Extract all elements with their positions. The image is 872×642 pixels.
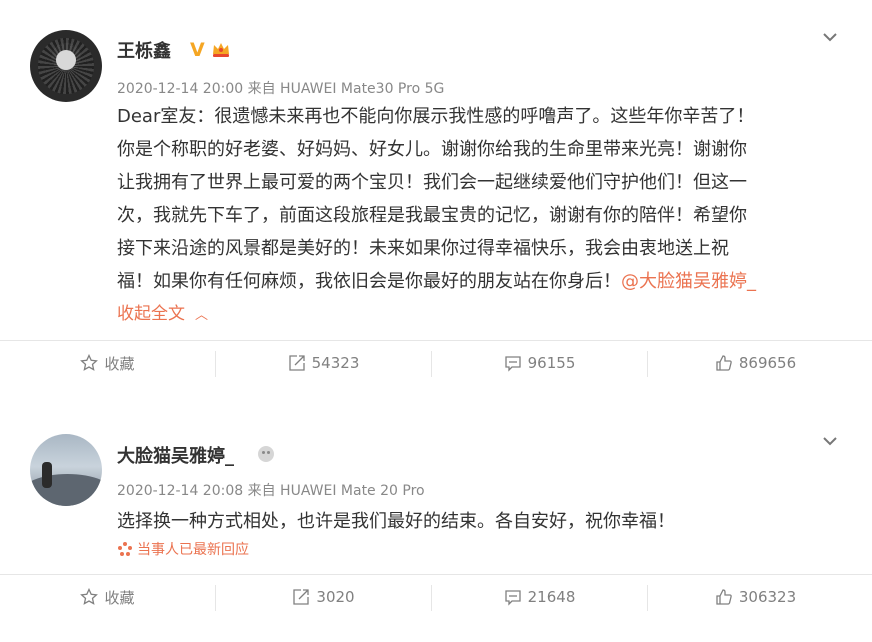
collapse-link[interactable]: 收起全文 ︿ — [117, 298, 839, 332]
weibo-post: 大脸猫吴雅婷_ 2020-12-14 20:08 来自 HUAWEI Mate … — [0, 392, 872, 642]
like-count: 306323 — [738, 588, 797, 606]
content-line: 次，我就先下车了，前面这段旅程是我最宝贵的记忆，谢谢有你的陪伴！希望你 — [117, 205, 747, 226]
comment-count: 21648 — [527, 588, 576, 606]
reply-note[interactable]: 当事人已最新回应 — [117, 539, 249, 559]
favorite-button[interactable]: 收藏 — [0, 341, 215, 385]
repost-button[interactable]: 3020 — [216, 575, 431, 619]
comment-icon — [504, 590, 521, 606]
content-line: 接下来沿途的风景都是美好的！未来如果你过得幸福快乐，我会由衷地送上祝 — [117, 238, 729, 259]
chevron-up-icon: ︿ — [195, 308, 209, 323]
v-badge-icon[interactable]: V — [190, 39, 205, 61]
comment-button[interactable]: 21648 — [432, 575, 647, 619]
repost-icon — [288, 355, 305, 371]
content-line-text: 福！如果你有任何麻烦，我依旧会是你最好的朋友站在你身后！ — [117, 271, 621, 292]
collapse-label: 收起全文 — [117, 304, 185, 324]
repost-button[interactable]: 54323 — [216, 341, 431, 385]
post-content: Dear室友：很遗憾未来再也不能向你展示我性感的呼噜声了。这些年你辛苦了！ 你是… — [117, 100, 839, 332]
content-line: 选择换一种方式相处，也许是我们最好的结束。各自安好，祝你幸福！ — [117, 511, 675, 532]
crown-icon[interactable] — [211, 40, 231, 58]
weibo-post: 王栎鑫 V 2020-12-14 20:00 来自 HUAWEI Mate30 … — [0, 0, 872, 392]
chevron-down-icon[interactable] — [823, 30, 837, 44]
like-count: 869656 — [738, 354, 797, 372]
favorite-label: 收藏 — [104, 588, 135, 607]
username[interactable]: 王栎鑫 — [117, 37, 171, 63]
avatar[interactable] — [30, 30, 102, 102]
avatar[interactable] — [30, 434, 102, 506]
content-line: 让我拥有了世界上最可爱的两个宝贝！我们会一起继续爱他们守护他们！但这一 — [117, 172, 747, 193]
reply-note-label: 当事人已最新回应 — [137, 542, 249, 558]
avatar-figure — [42, 462, 52, 488]
favorite-label: 收藏 — [104, 354, 135, 373]
action-bar: 收藏 54323 96155 869656 — [0, 340, 872, 385]
star-icon — [80, 354, 99, 371]
username[interactable]: 大脸猫吴雅婷_ — [117, 442, 234, 468]
avatar-image — [30, 474, 102, 506]
chevron-down-icon[interactable] — [823, 434, 837, 448]
repost-icon — [293, 589, 310, 605]
action-bar: 收藏 3020 21648 306323 — [0, 574, 872, 619]
flower-icon — [118, 542, 132, 556]
like-button[interactable]: 869656 — [648, 341, 863, 385]
comment-icon — [504, 356, 521, 372]
comment-button[interactable]: 96155 — [432, 341, 647, 385]
star-icon — [80, 588, 99, 605]
avatar-center — [56, 50, 76, 70]
comment-count: 96155 — [527, 354, 576, 372]
content-line: 你是个称职的好老婆、好妈妈、好女儿。谢谢你给我的生命里带来光亮！谢谢你 — [117, 139, 747, 160]
post-meta: 2020-12-14 20:00 来自 HUAWEI Mate30 Pro 5G — [117, 81, 445, 97]
mention-link[interactable]: @大脸猫吴雅婷_ — [621, 271, 756, 292]
like-button[interactable]: 306323 — [648, 575, 863, 619]
favorite-button[interactable]: 收藏 — [0, 575, 215, 619]
content-line-last: 福！如果你有任何麻烦，我依旧会是你最好的朋友站在你身后！@大脸猫吴雅婷_ — [117, 265, 839, 298]
repost-count: 3020 — [316, 588, 355, 606]
content-line: Dear室友：很遗憾未来再也不能向你展示我性感的呼噜声了。这些年你辛苦了！ — [117, 106, 755, 127]
thumbs-up-icon — [716, 589, 732, 605]
repost-count: 54323 — [311, 354, 360, 372]
thumbs-up-icon — [716, 355, 732, 371]
post-meta: 2020-12-14 20:08 来自 HUAWEI Mate 20 Pro — [117, 483, 425, 499]
post-content: 选择换一种方式相处，也许是我们最好的结束。各自安好，祝你幸福！ — [117, 505, 839, 538]
member-badge-icon[interactable] — [258, 446, 274, 462]
